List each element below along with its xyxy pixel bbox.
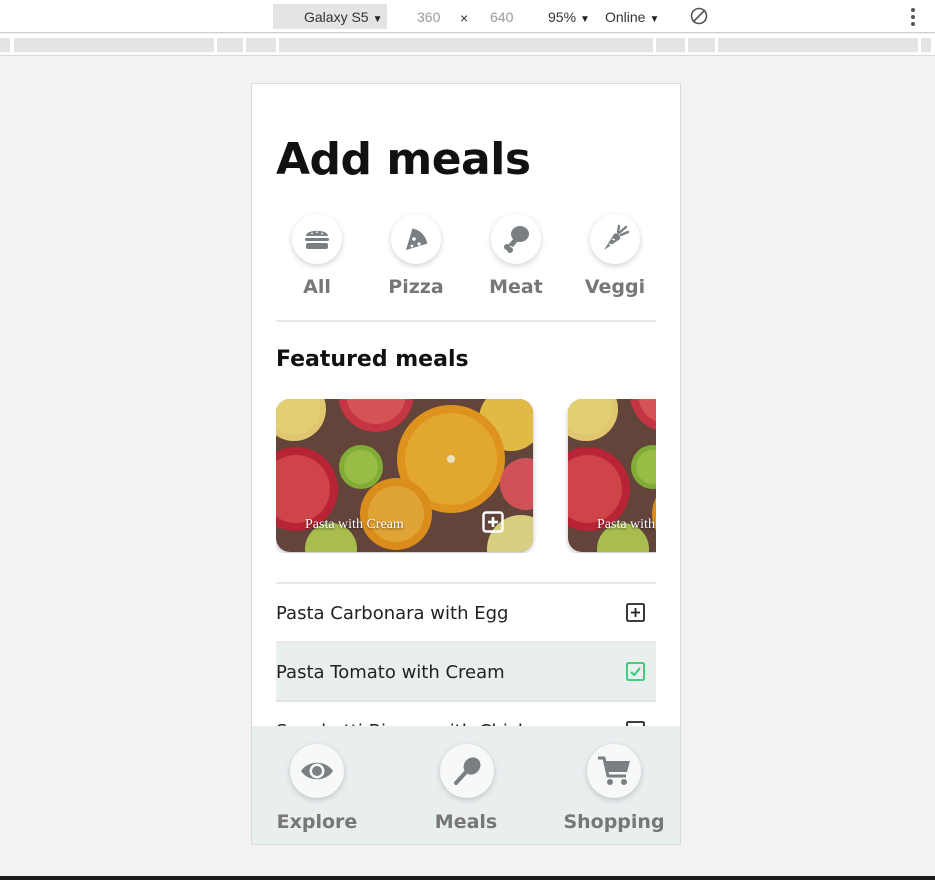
spoon-icon [454, 757, 481, 785]
nav-explore[interactable]: Explore [262, 726, 372, 844]
media-query-ruler [0, 34, 935, 56]
nav-label: Shopping [563, 811, 665, 833]
category-circle [292, 214, 342, 264]
category-label: Meat [489, 276, 543, 298]
pizza-icon [406, 228, 428, 250]
featured-card[interactable]: Pasta with Cream [276, 399, 533, 552]
add-square-icon[interactable] [482, 511, 504, 533]
divider [276, 320, 656, 322]
burger-icon [305, 230, 329, 249]
height-input[interactable]: 640 [490, 9, 513, 25]
ruler-segment[interactable] [14, 38, 214, 52]
featured-card[interactable]: Pasta with Cream [568, 399, 656, 552]
carrot-icon [604, 224, 630, 250]
category-label: All [303, 276, 331, 298]
category-label: Veggi [584, 276, 646, 298]
meal-name: Pasta Tomato with Cream [276, 662, 505, 683]
bottom-navigation: Explore Meals Shopping [252, 726, 680, 844]
zoom-caret-icon: ▼ [580, 14, 590, 25]
devtools-toolbar: Galaxy S5 ▼ 360 × 640 95% ▼ Online ▼ [0, 0, 935, 33]
add-square-icon[interactable] [626, 603, 645, 622]
page-title: Add meals [276, 134, 531, 185]
meal-row[interactable]: Pasta Tomato with Cream [276, 641, 656, 700]
featured-title: Featured meals [276, 347, 469, 372]
ruler-segment[interactable] [688, 38, 715, 52]
featured-label: Pasta with Cream [305, 517, 404, 532]
dimension-separator: × [460, 10, 469, 26]
category-circle [491, 214, 541, 264]
nav-circle [440, 744, 494, 798]
network-select[interactable]: Online ▼ [605, 9, 659, 25]
meal-row[interactable]: Pasta Carbonara with Egg [276, 582, 656, 641]
category-filter: All Pizza Meat Veggi [276, 214, 656, 314]
checked-square-icon[interactable] [626, 662, 645, 681]
category-circle [391, 214, 441, 264]
cart-icon [598, 756, 630, 785]
nav-circle [290, 744, 344, 798]
nav-shopping[interactable]: Shopping [559, 726, 669, 844]
featured-carousel[interactable]: Pasta with Cream Pasta with [276, 399, 656, 553]
zoom-select[interactable]: 95% ▼ [548, 9, 590, 25]
category-pizza[interactable]: Pizza [375, 214, 455, 304]
ruler-segment[interactable] [217, 38, 243, 52]
category-label: Pizza [388, 276, 444, 298]
ruler-segment[interactable] [656, 38, 685, 52]
ruler-segment[interactable] [718, 38, 918, 52]
category-circle [590, 214, 640, 264]
zoom-value: 95% [548, 9, 577, 25]
nav-label: Meals [434, 811, 498, 833]
featured-label: Pasta with Cream [597, 517, 656, 532]
category-all[interactable]: All [276, 214, 356, 304]
ruler-segment[interactable] [279, 38, 653, 52]
category-meat[interactable]: Meat [475, 214, 555, 304]
network-caret-icon: ▼ [649, 14, 660, 25]
nav-meals[interactable]: Meals [411, 726, 521, 844]
rotate-icon[interactable] [689, 6, 709, 26]
nav-label: Explore [276, 811, 358, 833]
device-select[interactable]: Galaxy S5 ▼ [273, 4, 387, 29]
drumstick-icon [504, 226, 529, 253]
width-input[interactable]: 360 [417, 9, 440, 25]
ruler-segment[interactable] [0, 38, 10, 52]
device-name: Galaxy S5 [304, 9, 369, 25]
device-caret-icon: ▼ [372, 14, 383, 25]
eye-icon [301, 762, 333, 780]
meal-name: Pasta Carbonara with Egg [276, 603, 509, 624]
ruler-segment[interactable] [921, 38, 931, 52]
network-value: Online [605, 9, 646, 25]
category-veggi[interactable]: Veggi [574, 214, 654, 304]
device-viewport: Add meals All Pizza Meat Veggi Featured … [251, 83, 681, 845]
ruler-segment[interactable] [246, 38, 276, 52]
nav-circle [587, 744, 641, 798]
more-options-icon[interactable] [904, 6, 922, 28]
bottom-edge [0, 876, 935, 880]
